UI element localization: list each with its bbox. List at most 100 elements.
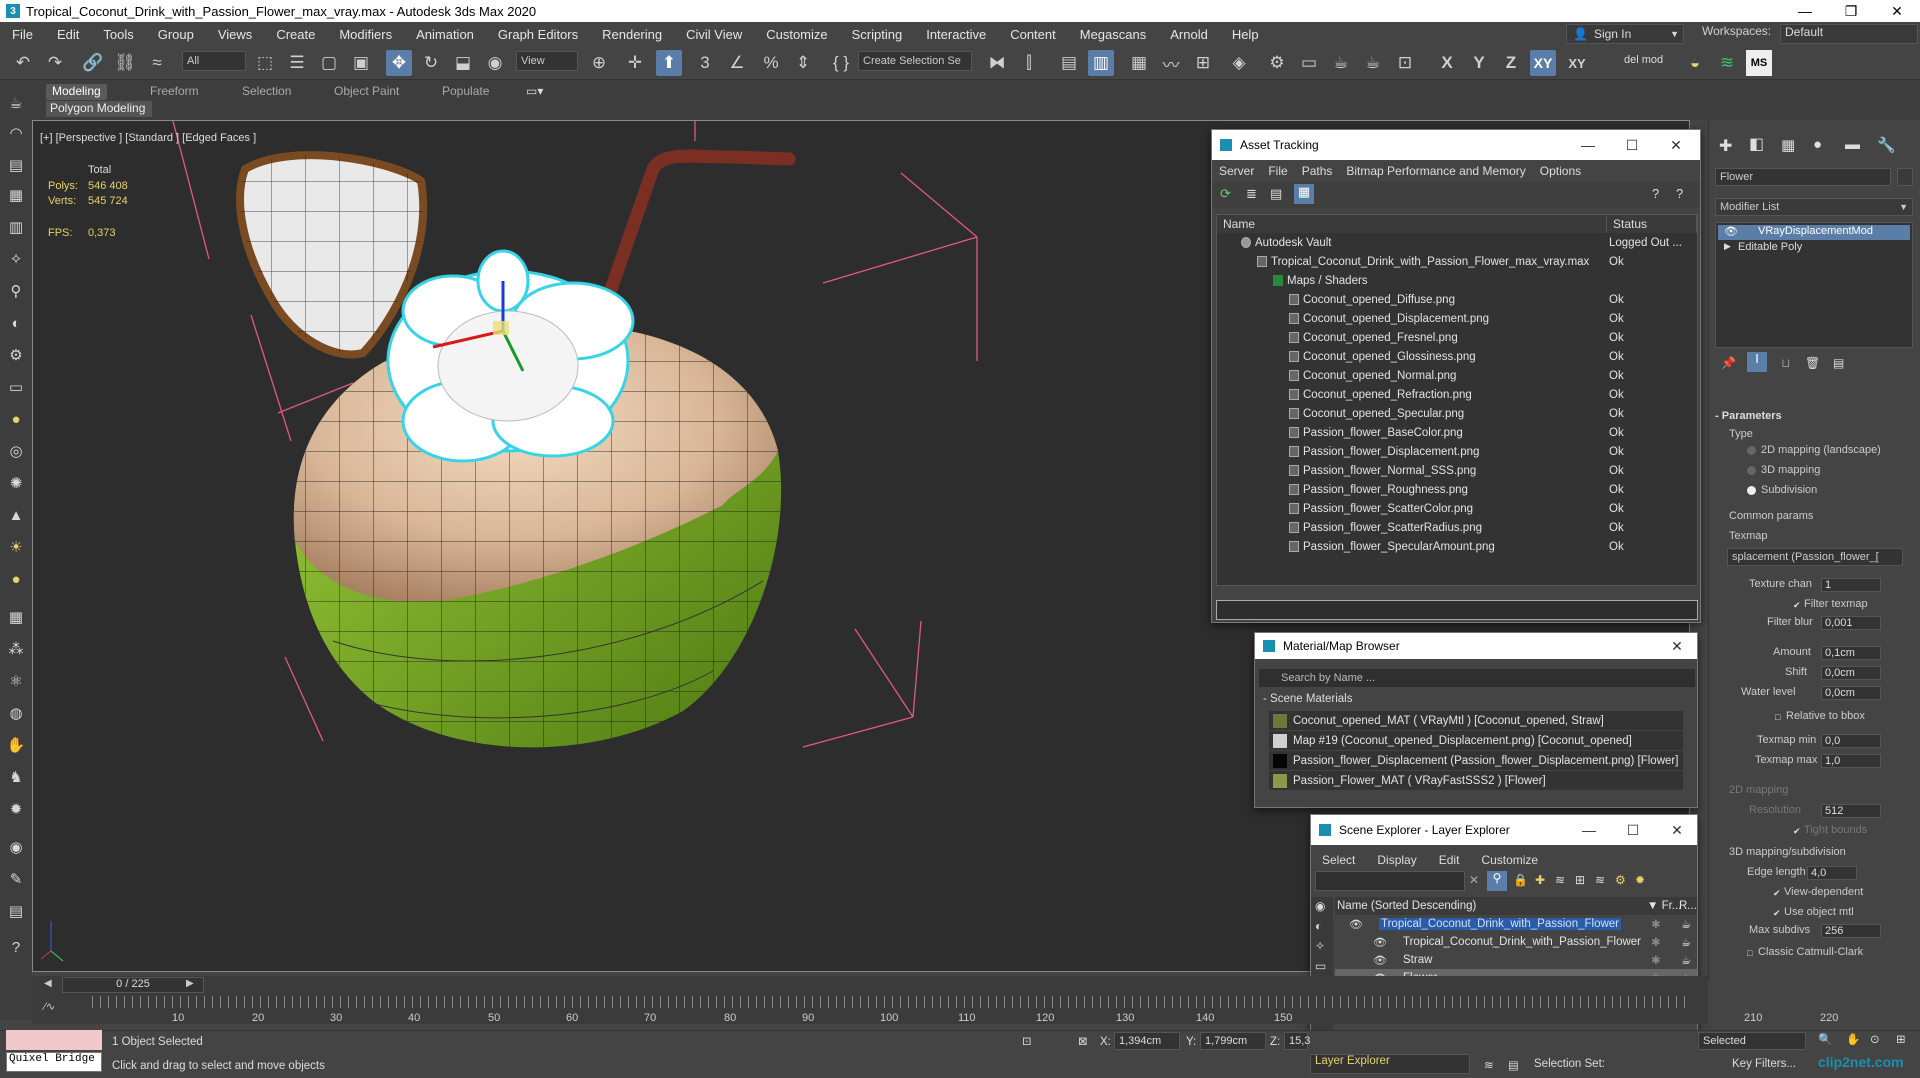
asset-path-field[interactable] <box>1216 600 1698 620</box>
scene-row[interactable]: 👁 Tropical_Coconut_Drink_with_Passion_Flo… <box>1335 933 1697 951</box>
radio-2d-mapping[interactable]: 2D mapping (landscape) <box>1747 444 1881 456</box>
parameters-rollout-header[interactable]: - Parameters <box>1715 410 1913 426</box>
menu-modifiers[interactable]: Modifiers <box>327 27 404 42</box>
help-context-icon[interactable]: ? <box>1676 186 1683 201</box>
motion-icon[interactable]: ▥ <box>5 216 27 238</box>
y-coord-field[interactable]: 1,799cm <box>1200 1032 1266 1050</box>
render-setup-icon[interactable]: ⚙ <box>1264 50 1290 76</box>
freeze-icon[interactable]: ✱ <box>1651 935 1661 949</box>
layer-explorer-dropdown[interactable]: Layer Explorer <box>1310 1054 1470 1074</box>
menu-customize[interactable]: Customize <box>754 27 839 42</box>
freeze-icon[interactable]: ✱ <box>1651 917 1661 931</box>
scene-menu-select[interactable]: Select <box>1311 853 1366 867</box>
spacewarp-icon[interactable]: ◐ <box>5 312 27 334</box>
freeze-icon[interactable]: ✱ <box>1651 953 1661 967</box>
toggle-ribbon-icon[interactable]: ▦ <box>1126 50 1152 76</box>
renderable-icon[interactable]: ☕ <box>1681 917 1691 931</box>
polygon-modeling-panel[interactable]: Polygon Modeling <box>46 101 152 117</box>
modifier-list-dropdown[interactable]: Modifier List ▼ <box>1715 198 1913 216</box>
material-browser-titlebar[interactable]: Material/Map Browser ✕ <box>1255 633 1697 659</box>
view-dependent-checkbox[interactable]: ✔ View-dependent <box>1773 886 1863 898</box>
toggle-layer-explorer-icon[interactable]: ▥ <box>1088 50 1114 76</box>
hierarchy-layer-icon[interactable]: ⊞ <box>1575 873 1585 887</box>
scene-explorer-titlebar[interactable]: Scene Explorer - Layer Explorer — ☐ ✕ <box>1311 815 1697 845</box>
menu-edit[interactable]: Edit <box>45 27 91 42</box>
keyboard-shortcut-override-icon[interactable]: ⬆ <box>656 50 682 76</box>
filter-blur-spinner[interactable]: 0,001 <box>1821 616 1881 630</box>
scene-col-name[interactable]: Name (Sorted Descending) <box>1337 900 1476 912</box>
window-crossing-icon[interactable]: ▣ <box>348 50 374 76</box>
mirror-icon[interactable]: ⧓ <box>984 50 1010 76</box>
visibility-eye-icon[interactable]: 👁 <box>1373 954 1387 967</box>
create-panel-icon[interactable]: ✚ <box>1719 136 1732 156</box>
minimize-button[interactable]: — <box>1782 0 1828 22</box>
maxscript-listener-pink[interactable] <box>6 1030 102 1050</box>
asset-row[interactable]: Coconut_opened_Specular.png Ok <box>1217 404 1697 423</box>
show-end-result-icon[interactable]: Ⅰ <box>1747 352 1767 372</box>
hand-icon[interactable]: ✋ <box>5 734 27 756</box>
angle-snap-icon[interactable]: ∠ <box>724 50 750 76</box>
create-icon[interactable]: ☕ <box>5 92 27 114</box>
scene-search-input[interactable] <box>1315 871 1465 891</box>
time-slider[interactable]: ◀ 0 / 225 ▶ <box>32 976 1708 994</box>
material-browser-close-button[interactable]: ✕ <box>1655 633 1699 659</box>
display-cameras-icon[interactable]: ▭ <box>1315 959 1326 973</box>
renderable-icon[interactable]: ☕ <box>1681 935 1691 949</box>
remove-modifier-icon[interactable]: 🗑 <box>1805 356 1820 370</box>
schematic-view-icon[interactable]: ⊞ <box>1190 50 1216 76</box>
scene-menu-display[interactable]: Display <box>1366 853 1427 867</box>
edge-length-spinner[interactable]: 4,0 <box>1807 866 1857 880</box>
utilities-panel-icon[interactable]: 🔧 <box>1877 136 1896 154</box>
asset-row[interactable]: Passion_flower_ScatterColor.png Ok <box>1217 499 1697 518</box>
passion-flower[interactable] <box>386 249 635 463</box>
percent-snap-icon[interactable]: % <box>758 50 784 76</box>
render-iterative-icon[interactable]: ☕ <box>1360 50 1386 76</box>
asset-row[interactable]: Maps / Shaders <box>1217 271 1697 290</box>
teapot-icon[interactable]: ◠ <box>5 122 27 144</box>
sun-icon[interactable]: ☀ <box>5 536 27 558</box>
snaps-toggle-icon[interactable]: 3 <box>692 50 718 76</box>
asset-row[interactable]: Tropical_Coconut_Drink_with_Passion_Flow… <box>1217 252 1697 271</box>
cone-icon[interactable]: ▲ <box>5 504 27 526</box>
material-row[interactable]: Passion_flower_Displacement (Passion_flo… <box>1269 751 1683 770</box>
scene-row[interactable]: 👁 Straw ✱ ☕ <box>1335 951 1697 969</box>
layer-list-icon[interactable]: ▤ <box>1508 1058 1519 1072</box>
sphere-render-icon[interactable]: ◉ <box>5 836 27 858</box>
placement-icon[interactable]: ◉ <box>482 50 508 76</box>
material-row[interactable]: Map #19 (Coconut_opened_Displacement.png… <box>1269 731 1683 750</box>
redo-icon[interactable]: ↷ <box>42 50 68 76</box>
clear-search-icon[interactable]: ✕ <box>1469 873 1479 887</box>
renderable-icon[interactable]: ☕ <box>1681 953 1691 967</box>
helpers-icon[interactable]: ⚲ <box>5 280 27 302</box>
quixel-bridge-field[interactable]: Quixel Bridge <box>6 1052 102 1072</box>
viewport-label[interactable]: [+] [Perspective ] [Standard ] [Edged Fa… <box>40 132 256 144</box>
asset-col-status[interactable]: Status <box>1607 215 1697 233</box>
asset-row[interactable]: Passion_flower_Displacement.png Ok <box>1217 442 1697 461</box>
del-mod-button[interactable]: del mod <box>1624 54 1663 66</box>
undo-icon[interactable]: ↶ <box>10 50 36 76</box>
asset-row[interactable]: Coconut_opened_Displacement.png Ok <box>1217 309 1697 328</box>
texmap-button[interactable]: splacement (Passion_flower_[ <box>1727 548 1903 566</box>
use-object-mtl-checkbox[interactable]: ✔ Use object mtl <box>1773 906 1854 918</box>
sphere-icon[interactable]: ● <box>5 408 27 430</box>
water-level-spinner[interactable]: 0,0cm <box>1821 686 1881 700</box>
display-panel-icon[interactable]: ▬ <box>1845 136 1860 153</box>
prev-frame-icon[interactable]: ◀ <box>44 978 52 989</box>
rendered-frame-window-icon[interactable]: ▭ <box>1296 50 1322 76</box>
atom-icon[interactable]: ⚛ <box>5 670 27 692</box>
scene-menu-edit[interactable]: Edit <box>1428 853 1471 867</box>
asset-menu-paths[interactable]: Paths <box>1295 164 1340 178</box>
asset-row[interactable]: Coconut_opened_Fresnel.png Ok <box>1217 328 1697 347</box>
zoom-icon[interactable]: 🔍 <box>1818 1032 1832 1046</box>
asset-row[interactable]: Coconut_opened_Glossiness.png Ok <box>1217 347 1697 366</box>
timeline-ruler[interactable]: ⁄∿ <box>32 994 1708 1024</box>
scene-menu-customize[interactable]: Customize <box>1470 853 1549 867</box>
particles-icon[interactable]: ⁂ <box>5 638 27 660</box>
visibility-eye-icon[interactable]: 👁 <box>1373 936 1387 949</box>
filter-icon[interactable]: ⚲ <box>1487 871 1507 891</box>
menu-tools[interactable]: Tools <box>91 27 145 42</box>
key-filters-button[interactable]: Key Filters... <box>1732 1058 1796 1070</box>
scene-minimize-button[interactable]: — <box>1567 815 1611 845</box>
reference-coord-dropdown[interactable]: View <box>516 51 578 71</box>
curve-editor-toggle-icon[interactable]: ⁄∿ <box>44 1000 55 1013</box>
